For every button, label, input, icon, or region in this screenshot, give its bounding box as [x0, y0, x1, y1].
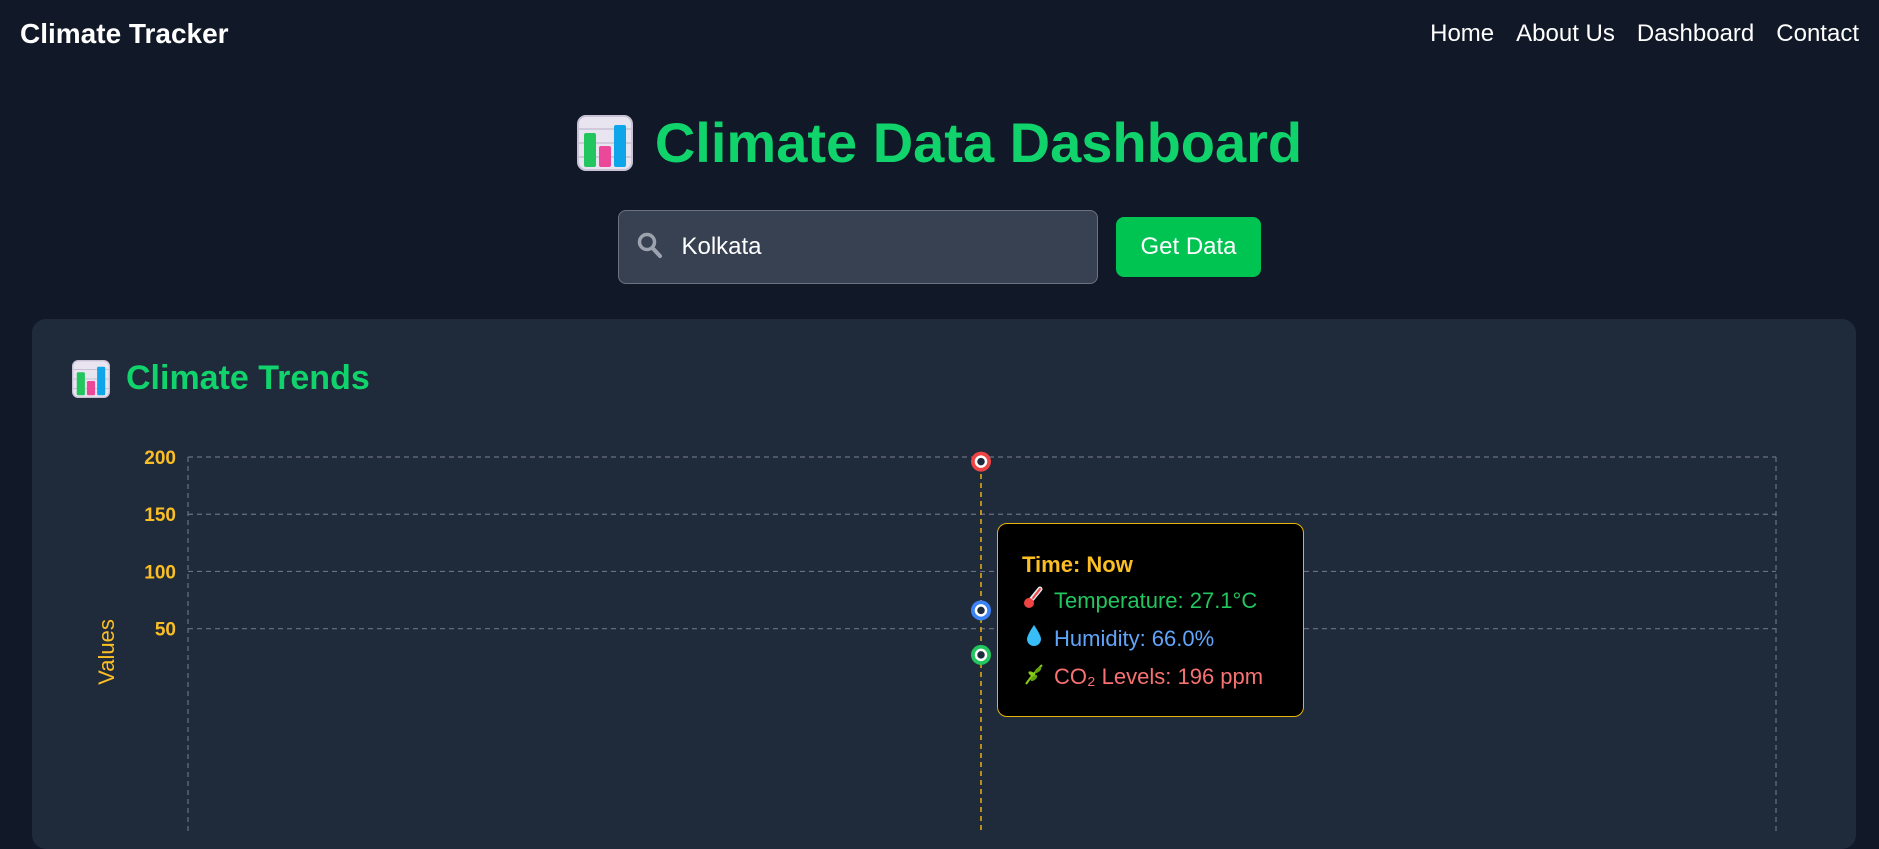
chart-y-ticks: 200 150 100 50	[144, 448, 176, 641]
chart-tooltip: Time: Now Temperature: 27.1°C Humidity: …	[997, 523, 1304, 717]
water-drop-icon	[1022, 624, 1046, 654]
y-tick-label: 150	[144, 505, 176, 526]
herb-leaf-icon	[1022, 662, 1046, 692]
tooltip-humidity-row: Humidity: 66.0%	[1022, 624, 1279, 654]
y-axis-label: Values	[94, 619, 119, 685]
y-tick-label: 200	[144, 448, 176, 469]
tooltip-co2: CO₂ Levels: 196 ppm	[1054, 664, 1264, 689]
y-tick-label: 50	[155, 620, 176, 641]
tooltip-co2-row: CO₂ Levels: 196 ppm	[1022, 662, 1279, 692]
data-point-center	[974, 604, 988, 617]
y-tick-label: 100	[144, 562, 176, 583]
data-point-center	[974, 455, 988, 468]
tooltip-humidity: Humidity: 66.0%	[1054, 626, 1215, 651]
climate-trends-chart[interactable]: 200 150 100 50 Values	[0, 0, 1879, 834]
thermometer-icon	[1022, 586, 1046, 616]
data-point-center	[974, 648, 988, 662]
tooltip-title: Time: Now	[1022, 552, 1133, 577]
tooltip-temperature: Temperature: 27.1°C	[1054, 588, 1258, 613]
tooltip-temperature-row: Temperature: 27.1°C	[1022, 586, 1279, 616]
